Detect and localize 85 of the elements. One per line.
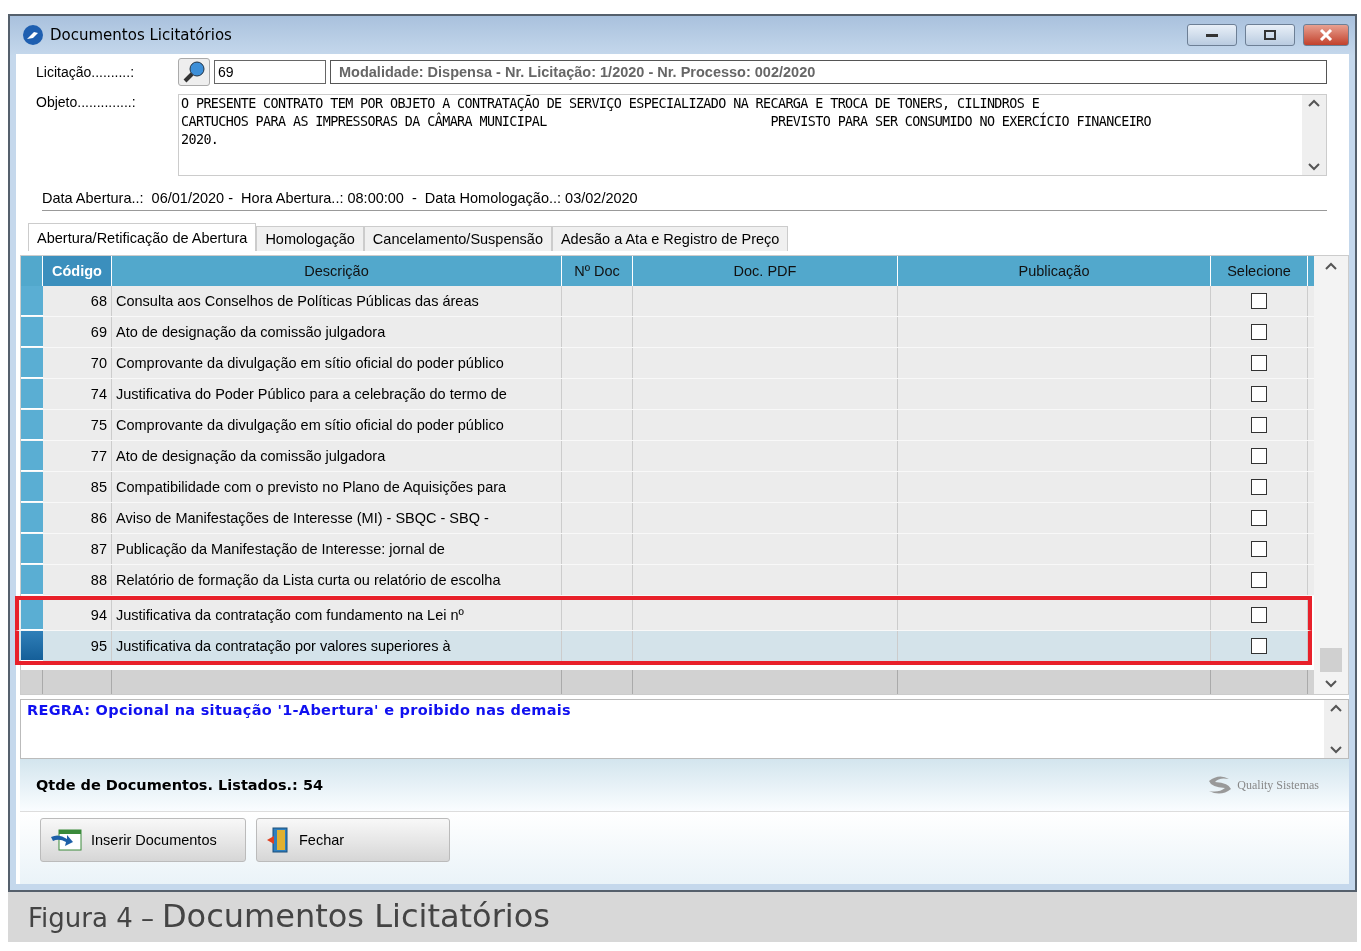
code-cell: 95 <box>43 631 112 661</box>
select-checkbox[interactable] <box>1251 417 1267 433</box>
insert-button[interactable]: Inserir Documentos <box>40 818 246 862</box>
minimize-icon <box>1205 32 1219 38</box>
table-row[interactable]: 68 Consulta aos Conselhos de Políticas Públicas das áreas <box>21 286 1314 317</box>
description-cell: Ato de designação da comissão julgadora <box>112 441 562 471</box>
description-cell: Justificativa da contratação por valores superiores à <box>112 631 562 661</box>
maximize-button[interactable] <box>1245 24 1295 46</box>
rule-text: REGRA: Opcional na situação '1-Abertura' e proibido nas demais <box>26 701 572 720</box>
code-cell: 85 <box>43 472 112 502</box>
tab[interactable]: Abertura/Retificação de Abertura <box>28 223 257 251</box>
code-cell: 94 <box>43 600 112 630</box>
figure-caption: Figura 4 – Documentos Licitatórios <box>28 896 550 937</box>
app-logo-icon <box>22 24 44 46</box>
minimize-button[interactable] <box>1187 24 1237 46</box>
tab[interactable]: Adesão a Ata e Registro de Preço <box>551 226 789 251</box>
select-checkbox[interactable] <box>1251 638 1267 654</box>
scroll-down-icon[interactable] <box>1330 746 1342 754</box>
door-icon <box>265 826 291 854</box>
search-icon <box>182 60 206 84</box>
description-cell: Aviso de Manifestações de Interesse (MI) - SBQC - SBQ - <box>112 503 562 533</box>
code-cell: 68 <box>43 286 112 316</box>
scroll-up-icon[interactable] <box>1330 704 1342 712</box>
object-memo[interactable] <box>178 94 1327 176</box>
maximize-icon <box>1263 29 1277 41</box>
summary-field: Modalidade: Dispensa - Nr. Licitação: 1/2020 - Nr. Processo: 002/2020 <box>330 60 1327 84</box>
table-row[interactable]: 87 Publicação da Manifestação de Interesse: jornal de <box>21 534 1314 565</box>
description-cell: Relatório de formação da Lista curta ou relatório de escolha <box>112 565 562 595</box>
description-cell: Compatibilidade com o previsto no Plano de Aquisições para <box>112 472 562 502</box>
table-row[interactable]: 95 Justificativa da contratação por valores superiores à <box>15 631 1312 665</box>
description-cell: Justificativa do Poder Público para a celebração do termo de <box>112 379 562 409</box>
select-checkbox[interactable] <box>1251 293 1267 309</box>
code-cell: 77 <box>43 441 112 471</box>
column-header: Código <box>43 256 112 286</box>
scroll-up-icon[interactable] <box>1308 99 1320 107</box>
select-checkbox[interactable] <box>1251 607 1267 623</box>
select-checkbox[interactable] <box>1251 479 1267 495</box>
table-row[interactable]: 85 Compatibilidade com o previsto no Plano de Aquisições para <box>21 472 1314 503</box>
select-checkbox[interactable] <box>1251 572 1267 588</box>
table-row[interactable]: 88 Relatório de formação da Lista curta ou relatório de escolha <box>21 565 1314 596</box>
tab[interactable]: Homologação <box>256 226 364 251</box>
description-cell: Comprovante da divulgação em sítio oficial do poder público <box>112 348 562 378</box>
table-row[interactable]: 75 Comprovante da divulgação em sítio oficial do poder público <box>21 410 1314 441</box>
description-cell: Publicação da Manifestação de Interesse: jornal de <box>112 534 562 564</box>
close-icon <box>1319 29 1333 41</box>
scroll-up-icon[interactable] <box>1325 262 1337 270</box>
table-row[interactable]: 69 Ato de designação da comissão julgadora <box>21 317 1314 348</box>
code-cell: 86 <box>43 503 112 533</box>
tab[interactable]: Cancelamento/Suspensão <box>363 226 552 251</box>
table-arrow-icon <box>49 827 83 853</box>
close-form-button[interactable]: Fechar <box>256 818 450 862</box>
table-row[interactable]: 70 Comprovante da divulgação em sítio oficial do poder público <box>21 348 1314 379</box>
select-checkbox[interactable] <box>1251 448 1267 464</box>
code-cell: 69 <box>43 317 112 347</box>
select-checkbox[interactable] <box>1251 541 1267 557</box>
window-title: Documentos Licitatórios <box>50 26 233 44</box>
input-field[interactable]: 69 <box>214 60 326 84</box>
memo-text: O PRESENTE CONTRATO TEM POR OBJETO A CONTRATAÇÃO DE SERVIÇO ESPECIALIZADO NA RECARGA E TROCA DE TONERS, CILINDROS E CARTUCHOS PARA AS IMPRESSORAS DA CÂMARA MUNICIPAL PREVISTO PARA SER CONSUMIDO NO EXERCÍCIO FINANCEIRO 2020. <box>180 95 1153 149</box>
description-cell: Comprovante da divulgação em sítio oficial do poder público <box>112 410 562 440</box>
scroll-down-icon[interactable] <box>1325 680 1337 688</box>
table-row[interactable]: 74 Justificativa do Poder Público para a celebração do termo de <box>21 379 1314 410</box>
field-label: Licitação..........: <box>36 64 136 80</box>
code-cell: 75 <box>43 410 112 440</box>
code-cell: 88 <box>43 565 112 595</box>
code-cell: 74 <box>43 379 112 409</box>
select-checkbox[interactable] <box>1251 324 1267 340</box>
description-cell: Ato de designação da comissão julgadora <box>112 317 562 347</box>
document-count: Qtde de Documentos. Listados.: 54 <box>36 777 324 793</box>
scroll-thumb[interactable] <box>1320 648 1342 672</box>
scroll-down-icon[interactable] <box>1308 163 1320 171</box>
select-checkbox[interactable] <box>1251 386 1267 402</box>
select-checkbox[interactable] <box>1251 355 1267 371</box>
description-cell: Consulta aos Conselhos de Políticas Públicas das áreas <box>112 286 562 316</box>
logo-text: Quality Sistemas <box>1237 777 1319 793</box>
close-button[interactable] <box>1303 24 1349 46</box>
table-row[interactable]: 94 Justificativa da contratação com fundamento na Lei nº <box>15 596 1312 631</box>
description-cell: Justificativa da contratação com fundamento na Lei nº <box>112 600 562 630</box>
search-button[interactable] <box>178 58 210 86</box>
dates-text: Data Abertura..: 06/01/2020 - Hora Abertura..: 08:00:00 - Data Homologação..: 03/02/2020 <box>42 190 1327 211</box>
code-cell: 87 <box>43 534 112 564</box>
field-label: Objeto..............: <box>36 94 137 112</box>
table-row[interactable]: 77 Ato de designação da comissão julgadora <box>21 441 1314 472</box>
code-cell: 70 <box>43 348 112 378</box>
select-checkbox[interactable] <box>1251 510 1267 526</box>
table-row[interactable]: 86 Aviso de Manifestações de Interesse (MI) - SBQC - SBQ - <box>21 503 1314 534</box>
